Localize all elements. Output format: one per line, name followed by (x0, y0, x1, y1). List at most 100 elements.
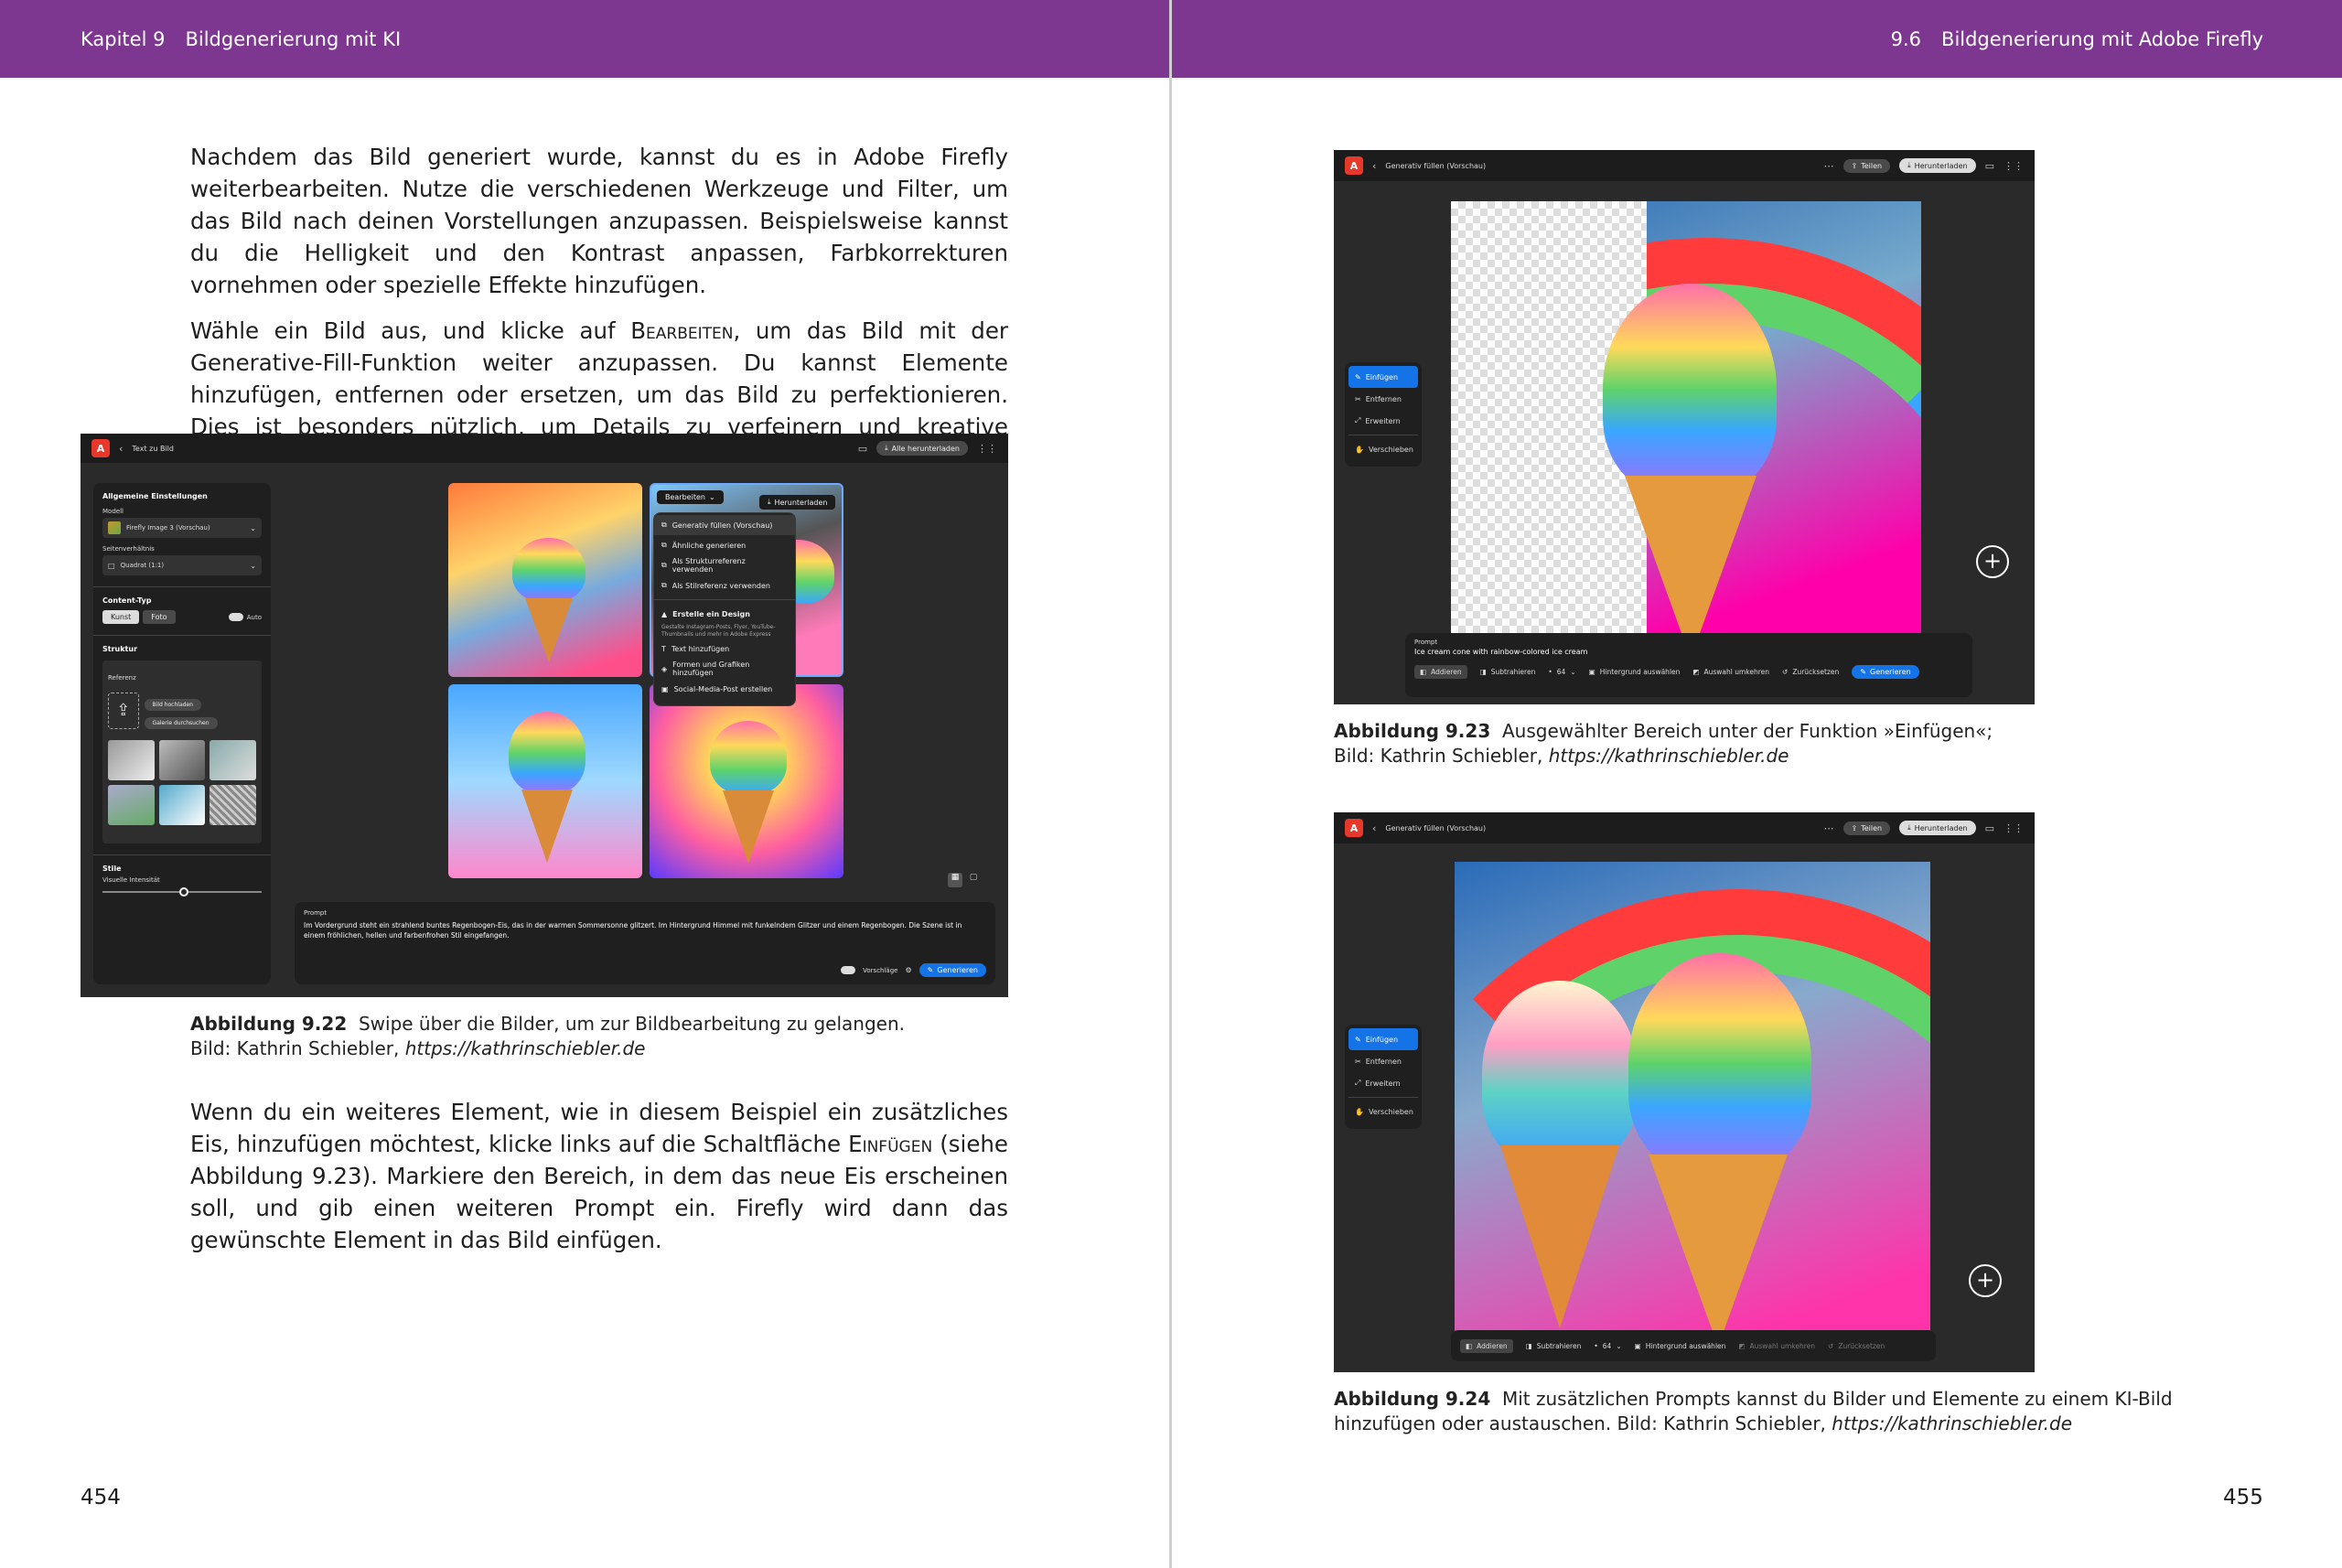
apps-grid-icon[interactable]: ⋮⋮ (2004, 160, 2024, 172)
reset-button[interactable]: ↺ Zurücksetzen (1782, 668, 1839, 676)
caption-url[interactable]: https://kathrinschiebler.de (1549, 745, 1789, 767)
model-label: Modell (102, 508, 124, 515)
adobe-logo-icon: A (1345, 819, 1363, 837)
download-button[interactable]: ⤓ Herunterladen (1899, 158, 1976, 173)
upload-button[interactable]: Bild hochladen (144, 699, 201, 711)
art-toggle[interactable]: Kunst (102, 610, 140, 624)
expand-tool[interactable]: ⤢ Erweitern (1348, 1072, 1418, 1094)
brush-size[interactable]: • 64 ⌄ (1594, 1342, 1621, 1350)
caption-credit: Bild: Kathrin Schiebler, (190, 1037, 405, 1059)
settings-icon[interactable]: ⚙ (905, 966, 911, 974)
caption-credit: Bild: Kathrin Schiebler, (1334, 745, 1549, 767)
menu-label: Formen und Grafiken hinzufügen (672, 660, 750, 677)
auto-switch[interactable] (228, 613, 243, 621)
apps-grid-icon[interactable]: ⋮⋮ (977, 443, 997, 455)
screenshot-fig-9-22: A ‹ Text zu Bild ▭ ⤓ Alle herunterladen … (81, 434, 1008, 997)
download-button[interactable]: ⤓ Herunterladen (759, 495, 836, 510)
add-plus-icon[interactable]: + (1976, 545, 2009, 578)
menu-label: Als Stilreferenz verwenden (671, 581, 770, 590)
app-title: Generativ füllen (Vorschau) (1385, 823, 1487, 832)
comment-icon[interactable]: ▭ (1985, 822, 1994, 834)
menu-label: Text hinzufügen (671, 644, 730, 653)
remove-tool[interactable]: ✂ Entfernen (1348, 388, 1418, 410)
add-button[interactable]: ◧ Addieren (1460, 1338, 1513, 1353)
caption-url[interactable]: https://kathrinschiebler.de (405, 1037, 646, 1059)
prompt-input[interactable]: Ice cream cone with rainbow-colored ice … (1414, 648, 1963, 656)
slider-handle[interactable] (179, 887, 188, 897)
select-background-button[interactable]: ▣ Hintergrund auswählen (1635, 1342, 1726, 1350)
expand-tool[interactable]: ⤢ Erweitern (1348, 410, 1418, 432)
subtract-button[interactable]: ◨ Subtrahieren (1480, 668, 1536, 676)
download-all-button[interactable]: ⤓ Alle herunterladen (876, 441, 968, 456)
menu-add-shapes[interactable]: ◈ Formen und Grafiken hinzufügen (654, 659, 795, 679)
menu-social-post[interactable]: ▣ Social-Media-Post erstellen (654, 679, 795, 699)
photo-toggle[interactable]: Foto (143, 610, 176, 624)
apps-grid-icon[interactable]: ⋮⋮ (2004, 822, 2024, 834)
upload-image-icon[interactable]: ⇪ (108, 693, 139, 729)
single-view-icon[interactable]: ▢ (966, 873, 981, 887)
menu-generative-fill[interactable]: ⧉ Generativ füllen (Vorschau) (654, 515, 795, 535)
back-chevron-icon[interactable]: ‹ (1372, 822, 1376, 834)
share-button[interactable]: ⇪ Teilen (1842, 821, 1891, 835)
invert-selection-button[interactable]: ◩ Auswahl umkehren (1738, 1342, 1815, 1350)
menu-style-ref[interactable]: ⧉ Als Stilreferenz verwenden (654, 575, 795, 596)
more-icon[interactable]: ⋯ (1824, 822, 1834, 834)
comment-icon[interactable]: ▭ (1985, 160, 1994, 172)
thumbnail[interactable] (209, 740, 256, 780)
menu-design-heading[interactable]: ▲ Erstelle ein Design (654, 604, 795, 624)
subtract-button[interactable]: ◨ Subtrahieren (1526, 1342, 1582, 1350)
thumbnail[interactable] (108, 785, 155, 825)
generate-button[interactable]: ✎ Generieren (919, 963, 986, 977)
running-header-left: Kapitel 9 Bildgenerierung mit KI (0, 0, 1169, 78)
caption-text: Ausgewählter Bereich unter der Funktion … (1501, 720, 1993, 742)
add-plus-icon[interactable]: + (1969, 1264, 2002, 1297)
move-tool[interactable]: ✋ Verschieben (1348, 438, 1418, 460)
invert-selection-button[interactable]: ◩ Auswahl umkehren (1692, 668, 1769, 676)
caption-url[interactable]: https://kathrinschiebler.de (1832, 1412, 2072, 1434)
thumbnail[interactable] (108, 740, 155, 780)
generate-button[interactable]: ✎ Generieren (1852, 665, 1919, 679)
generated-image-3[interactable] (448, 684, 642, 878)
comment-icon[interactable]: ▭ (858, 443, 867, 455)
aspect-select[interactable]: □ Quadrat (1:1) ⌄ (102, 555, 262, 575)
back-chevron-icon[interactable]: ‹ (1372, 160, 1376, 172)
download-button[interactable]: ⤓ Herunterladen (1899, 821, 1976, 835)
generate-label: Generieren (1870, 668, 1911, 676)
app-title: Generativ füllen (Vorschau) (1385, 161, 1487, 170)
caption-9-22: Abbildung 9.22 Swipe über die Bilder, um… (190, 1012, 905, 1061)
gallery-button[interactable]: Galerie durchsuchen (144, 717, 218, 729)
thumbnail[interactable] (158, 785, 206, 825)
reset-button[interactable]: ↺ Zurücksetzen (1828, 1342, 1885, 1350)
suggestions-switch[interactable] (841, 966, 856, 974)
grid-view-icon[interactable]: ▦ (948, 873, 962, 887)
thumbnail[interactable] (158, 740, 206, 780)
canvas-image[interactable] (1455, 862, 1930, 1337)
edit-button[interactable]: Bearbeiten ⌄ (657, 490, 724, 504)
menu-similar[interactable]: ⧉ Ähnliche generieren (654, 535, 795, 555)
remove-tool[interactable]: ✂ Entfernen (1348, 1050, 1418, 1072)
add-button[interactable]: ◧ Addieren (1414, 665, 1467, 679)
caption-9-24: Abbildung 9.24 Mit zusätzlichen Prompts … (1334, 1387, 2173, 1436)
move-tool[interactable]: ✋ Verschieben (1348, 1101, 1418, 1122)
menu-label: Erstelle ein Design (672, 609, 750, 618)
model-select[interactable]: Firefly Image 3 (Vorschau) ⌄ (102, 518, 262, 538)
aspect-label: Seitenverhältnis (102, 545, 155, 553)
back-chevron-icon[interactable]: ‹ (119, 443, 123, 455)
insert-tool[interactable]: ✎ Einfügen (1348, 1028, 1418, 1050)
menu-structure-ref[interactable]: ⧉ Als Strukturreferenz verwenden (654, 555, 795, 575)
share-button[interactable]: ⇪ Teilen (1842, 158, 1891, 173)
insert-tool[interactable]: ✎ Einfügen (1348, 366, 1418, 388)
share-label: Teilen (1861, 161, 1883, 170)
menu-add-text[interactable]: T Text hinzufügen (654, 639, 795, 659)
thumbnail[interactable] (209, 785, 256, 825)
intensity-slider[interactable] (102, 887, 262, 897)
generated-image-4[interactable] (650, 684, 843, 878)
general-settings-heading: Allgemeine Einstellungen (102, 492, 208, 500)
select-background-button[interactable]: ▣ Hintergrund auswählen (1589, 668, 1681, 676)
generated-image-1[interactable] (448, 483, 642, 677)
style-icon: ⧉ (661, 581, 667, 589)
brush-size[interactable]: • 64 ⌄ (1548, 668, 1575, 676)
prompt-input[interactable]: Im Vordergrund steht ein strahlend bunte… (304, 920, 962, 940)
more-icon[interactable]: ⋯ (1824, 160, 1834, 172)
canvas-image[interactable] (1451, 201, 1921, 635)
